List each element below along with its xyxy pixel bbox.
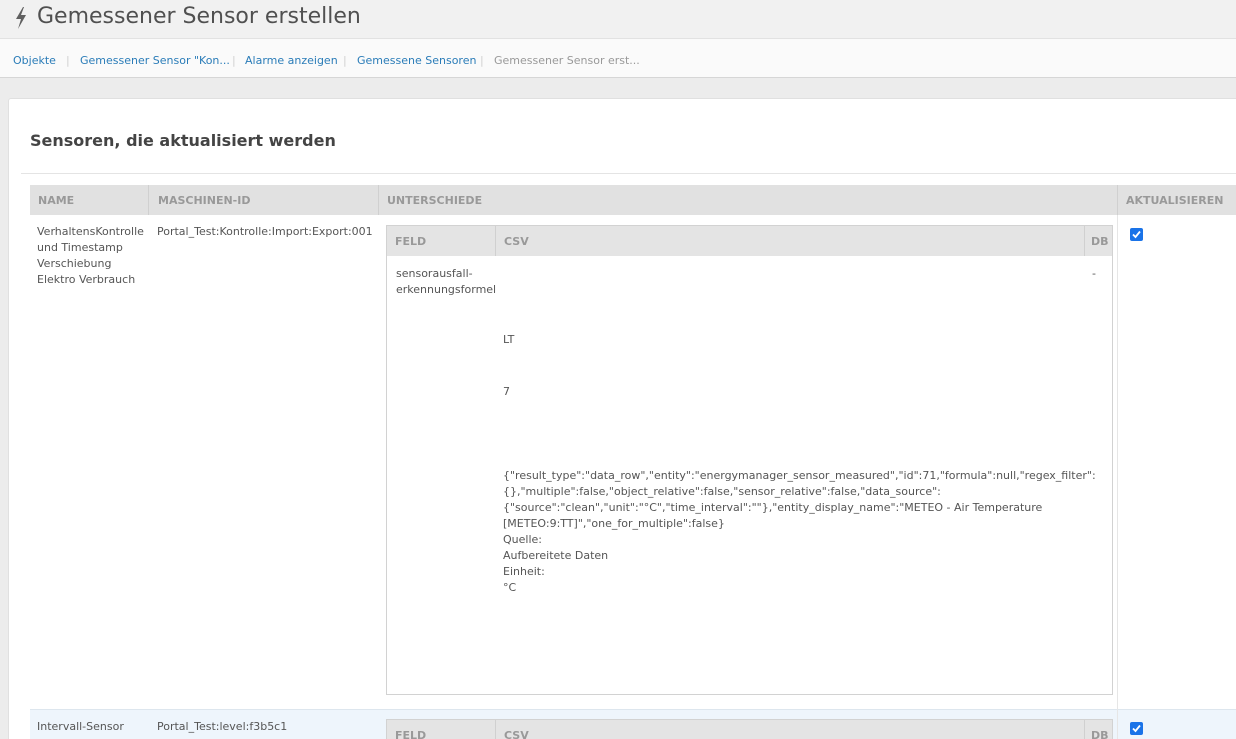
diff-field: sensorausfall- erkennungsformel xyxy=(396,267,497,296)
diff-column-divider xyxy=(1084,720,1085,739)
column-divider xyxy=(378,185,379,215)
diff-db-value: - xyxy=(1092,267,1096,280)
diff-column-divider xyxy=(495,720,496,739)
check-icon xyxy=(1132,230,1141,239)
breadcrumb: Objekte | Gemessener Sensor "Kon... | Al… xyxy=(0,38,1236,78)
diff-unit-value: °C xyxy=(503,581,517,594)
diff-column-divider xyxy=(495,226,496,256)
column-header-update[interactable]: AKTUALISIEREN xyxy=(1126,194,1223,207)
page-header: Gemessener Sensor erstellen xyxy=(0,0,1236,38)
column-header-machine-id[interactable]: MASCHINEN-ID xyxy=(158,194,250,207)
diff-csv-value: 7 xyxy=(503,385,510,398)
breadcrumb-alarme[interactable]: Alarme anzeigen xyxy=(245,54,338,67)
diff-header-csv: CSV xyxy=(504,729,529,739)
diff-csv-json: {"result_type":"data_row","entity":"ener… xyxy=(503,469,1096,530)
breadcrumb-objekte[interactable]: Objekte xyxy=(13,54,56,67)
diff-header-db: DB xyxy=(1091,235,1109,248)
column-divider xyxy=(1117,215,1118,739)
breadcrumb-sensor[interactable]: Gemessener Sensor "Kon... xyxy=(80,54,230,67)
breadcrumb-separator: | xyxy=(343,54,347,67)
diff-header-field: FELD xyxy=(395,235,427,248)
breadcrumb-separator: | xyxy=(232,54,236,67)
row-name: VerhaltensKontrolle und Timestamp Versch… xyxy=(37,225,144,286)
differences-table: FELD CSV DB xyxy=(386,719,1113,739)
page-title: Gemessener Sensor erstellen xyxy=(37,4,361,29)
update-checkbox[interactable] xyxy=(1130,228,1143,241)
diff-source-label: Quelle: xyxy=(503,533,542,546)
column-divider xyxy=(148,185,149,215)
breadcrumb-current: Gemessener Sensor erst... xyxy=(494,54,640,67)
column-header-differences[interactable]: UNTERSCHIEDE xyxy=(387,194,482,207)
table-header: NAME MASCHINEN-ID UNTERSCHIEDE AKTUALISI… xyxy=(30,185,1236,215)
diff-source-value: Aufbereitete Daten xyxy=(503,549,609,562)
breadcrumb-separator: | xyxy=(480,54,484,67)
bolt-icon xyxy=(16,7,26,29)
divider xyxy=(21,173,1236,174)
diff-header-db: DB xyxy=(1091,729,1109,739)
diff-csv-operator: LT xyxy=(503,333,515,346)
diff-unit-label: Einheit: xyxy=(503,565,545,578)
update-checkbox[interactable] xyxy=(1130,722,1143,735)
breadcrumb-separator: | xyxy=(66,54,70,67)
differences-table: FELD CSV DB sensorausfall- erkennungsfor… xyxy=(386,225,1113,695)
breadcrumb-gemessene-sensoren[interactable]: Gemessene Sensoren xyxy=(357,54,476,67)
column-header-name[interactable]: NAME xyxy=(38,194,74,207)
row-machine-id: Portal_Test:level:f3b5c1 xyxy=(157,720,288,733)
section-title: Sensoren, die aktualisiert werden xyxy=(30,131,336,150)
diff-header-csv: CSV xyxy=(504,235,529,248)
column-divider xyxy=(1117,185,1118,215)
check-icon xyxy=(1132,724,1141,733)
row-name: Intervall-Sensor xyxy=(37,720,124,733)
diff-column-divider xyxy=(1084,226,1085,256)
diff-header-field: FELD xyxy=(395,729,427,739)
row-machine-id: Portal_Test:Kontrolle:Import:Export:001 xyxy=(157,225,373,238)
